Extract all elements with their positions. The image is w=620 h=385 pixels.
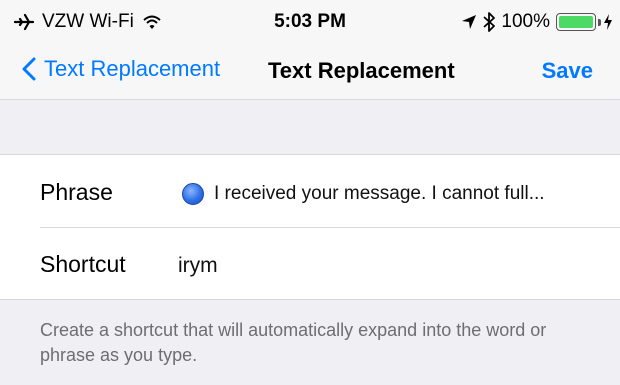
chevron-left-icon xyxy=(22,57,36,81)
section-footer-note: Create a shortcut that will automaticall… xyxy=(40,320,547,365)
battery-fill xyxy=(559,16,593,28)
battery-icon xyxy=(556,13,601,31)
status-right: 100% xyxy=(461,11,612,33)
phrase-row[interactable]: Phrase I received your message. I cannot… xyxy=(0,155,620,227)
blue-circle-emoji-icon xyxy=(182,183,204,205)
save-button[interactable]: Save xyxy=(542,58,593,84)
phrase-label: Phrase xyxy=(40,179,113,205)
text-replacement-form: Phrase I received your message. I cannot… xyxy=(0,154,620,300)
charging-bolt-icon xyxy=(604,14,612,30)
status-bar: VZW Wi-Fi 5:03 PM 100% xyxy=(0,0,620,44)
back-button[interactable]: Text Replacement xyxy=(22,56,220,82)
shortcut-row[interactable]: Shortcut irym xyxy=(0,228,620,300)
bluetooth-icon xyxy=(483,12,496,32)
battery-tip xyxy=(598,19,601,26)
phrase-field[interactable]: I received your message. I cannot full..… xyxy=(178,183,545,205)
battery-percent: 100% xyxy=(501,11,550,32)
phrase-value: I received your message. I cannot full..… xyxy=(214,183,545,204)
page-title: Text Replacement xyxy=(268,58,455,83)
shortcut-label: Shortcut xyxy=(40,251,126,277)
shortcut-field[interactable]: irym xyxy=(178,254,218,278)
location-arrow-icon xyxy=(461,14,477,30)
back-button-label: Text Replacement xyxy=(44,56,221,81)
navigation-bar: Text Replacement Text Replacement Save xyxy=(0,44,620,100)
